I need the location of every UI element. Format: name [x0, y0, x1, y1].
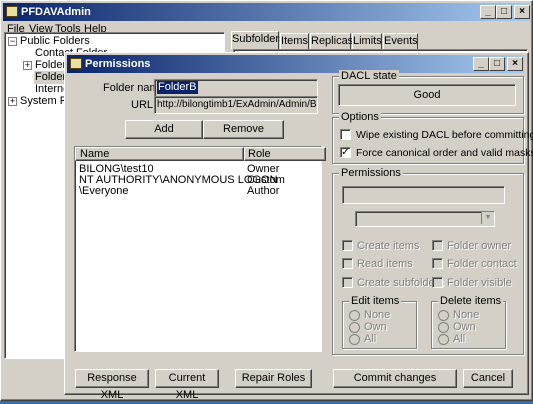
- dialog-icon: [70, 58, 82, 69]
- commit-changes-button[interactable]: Commit changes: [333, 369, 457, 388]
- expand-icon[interactable]: +: [23, 61, 32, 70]
- dacl-state-group: DACL state Good: [332, 70, 524, 114]
- folder-name-field[interactable]: FolderB: [154, 79, 318, 97]
- minimize-icon[interactable]: _: [480, 5, 496, 19]
- wipe-dacl-checkbox[interactable]: [340, 129, 351, 140]
- column-header-role[interactable]: Role: [244, 147, 326, 161]
- edit-none-radio[interactable]: [349, 310, 360, 321]
- role-field[interactable]: [342, 186, 505, 204]
- folder-contact-label: Folder contact: [447, 258, 517, 270]
- expand-icon[interactable]: +: [8, 97, 17, 106]
- force-canonical-label: Force canonical order and valid masks: [356, 147, 533, 159]
- permissions-list[interactable]: Name Role BILONG\test10 Owner NT AUTHORI…: [74, 146, 326, 352]
- delete-own-radio[interactable]: [438, 322, 449, 333]
- folder-contact-checkbox[interactable]: [432, 258, 443, 269]
- edit-all-radio[interactable]: [349, 334, 360, 345]
- create-items-checkbox[interactable]: [342, 240, 353, 251]
- folder-visible-checkbox[interactable]: [432, 277, 443, 288]
- folder-name-value: FolderB: [157, 81, 198, 94]
- folder-visible-label: Folder visible: [447, 277, 512, 289]
- edit-own-radio[interactable]: [349, 322, 360, 333]
- url-field[interactable]: http://bilongtimb1/ExAdmin/Admin/BILONG.: [154, 96, 318, 114]
- edit-all-label: All: [364, 333, 377, 345]
- permissions-dialog: Permissions _ □ × Folder name: FolderB U…: [64, 52, 533, 401]
- read-items-checkbox[interactable]: [342, 258, 353, 269]
- close-icon[interactable]: ×: [514, 5, 530, 19]
- tab-events[interactable]: Events: [383, 33, 418, 49]
- delete-all-label: All: [453, 333, 466, 345]
- tab-limits[interactable]: Limits: [352, 33, 382, 49]
- create-items-label: Create items: [357, 240, 420, 252]
- url-value: http://bilongtimb1/ExAdmin/Admin/BILONG.: [157, 99, 318, 110]
- entry-name[interactable]: \Everyone: [79, 185, 129, 197]
- delete-items-label: Delete items: [438, 295, 504, 307]
- close-icon[interactable]: ×: [507, 57, 523, 71]
- app-icon: [6, 6, 18, 17]
- create-subfolders-checkbox[interactable]: [342, 277, 353, 288]
- tab-subfolders[interactable]: Subfolders: [231, 31, 285, 49]
- response-xml-button[interactable]: Response XML: [75, 369, 149, 401]
- minimize-icon[interactable]: _: [473, 57, 489, 71]
- maximize-icon[interactable]: □: [496, 5, 512, 19]
- options-label: Options: [339, 111, 381, 123]
- entry-role[interactable]: Author: [247, 185, 279, 197]
- dropdown-arrow-icon[interactable]: ▼: [481, 212, 494, 224]
- delete-own-label: Own: [453, 321, 476, 333]
- dacl-state-label: DACL state: [339, 70, 399, 82]
- url-label: URL:: [131, 99, 157, 111]
- cancel-button[interactable]: Cancel: [463, 369, 513, 388]
- dialog-titlebar: Permissions _ □ ×: [67, 55, 524, 73]
- edit-items-group: Edit items None Own All: [342, 295, 417, 349]
- read-items-label: Read items: [357, 258, 413, 270]
- current-xml-button[interactable]: Current XML: [155, 369, 219, 401]
- remove-button[interactable]: Remove: [203, 120, 284, 139]
- tab-items[interactable]: Items: [280, 33, 309, 49]
- main-titlebar: PFDAVAdmin _ □ ×: [3, 3, 530, 21]
- delete-all-radio[interactable]: [438, 334, 449, 345]
- delete-none-radio[interactable]: [438, 310, 449, 321]
- delete-none-label: None: [453, 309, 480, 321]
- force-canonical-checkbox[interactable]: ✓: [340, 147, 351, 158]
- permissions-group: Permissions ▼ Create items Read items Cr…: [332, 167, 524, 355]
- column-header-name[interactable]: Name: [75, 147, 244, 161]
- folder-owner-checkbox[interactable]: [432, 240, 443, 251]
- dialog-title: Permissions: [85, 58, 151, 70]
- repair-roles-button[interactable]: Repair Roles: [235, 369, 312, 388]
- folder-owner-label: Folder owner: [447, 240, 512, 252]
- edit-items-label: Edit items: [349, 295, 402, 307]
- options-group: Options Wipe existing DACL before commit…: [332, 111, 533, 164]
- create-subfolders-label: Create subfolders: [357, 277, 444, 289]
- delete-items-group: Delete items None Own All: [431, 295, 506, 349]
- maximize-icon[interactable]: □: [489, 57, 505, 71]
- add-button[interactable]: Add: [125, 120, 203, 139]
- dacl-state-field: Good: [338, 84, 516, 106]
- collapse-icon[interactable]: −: [8, 37, 17, 46]
- edit-own-label: Own: [364, 321, 387, 333]
- wipe-dacl-label: Wipe existing DACL before committing: [356, 129, 533, 141]
- role-dropdown[interactable]: ▼: [355, 211, 495, 227]
- tab-replicas[interactable]: Replicas: [310, 33, 353, 49]
- permissions-label: Permissions: [339, 167, 403, 179]
- edit-none-label: None: [364, 309, 391, 321]
- main-window-title: PFDAVAdmin: [21, 6, 91, 18]
